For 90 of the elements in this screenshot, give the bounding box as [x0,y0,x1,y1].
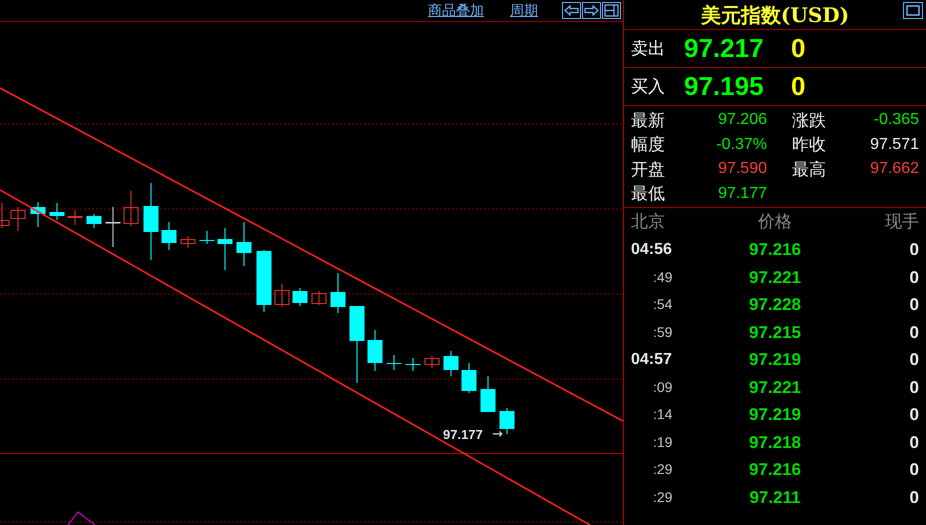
ask-label: 卖出 [631,38,666,60]
candlestick [274,284,290,308]
price-cell-text: 97.216 [748,459,802,481]
candlestick [236,222,252,266]
price-cell-text: 97.221 [748,266,802,288]
candlestick [124,190,138,226]
candlestick [200,230,214,244]
time-cell-text: :49 [652,268,674,287]
candlestick [180,236,196,248]
candlestick [162,222,176,250]
column-header: 现手 [884,211,919,234]
stat-value: -0.365 [874,110,919,130]
price-cell-text: 97.219 [748,349,802,371]
volume-cell-text: 0 [908,239,919,261]
candlestick [50,202,64,220]
stat-label: 开盘 [631,158,665,180]
stat-label: 最新 [631,110,665,132]
arrow-glyph: → [492,427,503,442]
left-arrow-icon [564,5,579,16]
candlestick [30,202,46,228]
time-cell-text: 04:56 [631,240,673,260]
time-cell-text: :29 [652,488,674,507]
price-cell-text: 97.218 [748,432,802,454]
candlestick [444,350,458,376]
candlestick [292,288,308,306]
candlestick [312,290,326,306]
stat-value: 97.177 [718,184,767,204]
stat-label: 最高 [792,158,826,180]
volume-cell-text: 0 [908,376,919,398]
price-cell-text: 97.216 [748,239,802,261]
maximize-button[interactable] [903,2,923,19]
volume-cell-text: 0 [908,322,919,344]
candlestick [218,228,232,270]
volume-value: 0 [791,70,806,103]
price-cell-text: 97.219 [748,404,802,426]
volume-cell-text: 0 [908,459,919,481]
price-cell-text: 97.221 [748,376,802,398]
toolbar-link[interactable]: 商品叠加 [428,0,484,21]
stat-label: 幅度 [631,134,665,156]
candlestick [386,354,402,370]
last-price-label: 97.177 [443,427,483,442]
stat-value: -0.37% [716,134,767,155]
toolbar-link[interactable]: 周期 [510,0,538,21]
candlestick [330,272,346,314]
stat-value: 97.571 [870,134,919,155]
candlestick [68,210,82,226]
layout-button[interactable] [602,2,621,19]
volume-cell-text: 0 [908,294,919,316]
candlestick [368,330,382,372]
volume-value: 0 [791,32,806,65]
price-cell-text: 97.211 [748,486,802,508]
candlestick [480,376,496,412]
candlestick [424,356,440,368]
indicator-line [68,511,96,525]
time-cell-text: :14 [652,405,674,424]
ask-price: 97.217 [684,32,765,65]
candlestick [86,214,102,228]
right-arrow-icon [584,5,599,16]
time-cell-text: :09 [652,378,674,397]
bid-label: 买入 [631,76,666,98]
candlestick [406,358,420,372]
time-cell-text: :54 [652,295,674,314]
price-cell-text: 97.228 [748,294,802,316]
stat-label: 昨收 [792,134,826,156]
stat-value: 97.662 [870,159,919,180]
right-arrow-button[interactable] [582,2,601,19]
stat-label: 涨跌 [792,110,826,132]
candlestick [256,250,272,312]
stat-value: 97.206 [718,110,767,130]
column-header: 价格 [757,211,793,234]
bid-price: 97.195 [684,70,765,103]
price-cell-text: 97.215 [748,322,802,344]
time-cell-text: :29 [652,460,674,480]
time-cell-text: 04:57 [631,350,673,370]
time-cell-text: :59 [652,322,674,342]
split-panel-icon [604,4,619,17]
volume-cell-text: 0 [908,486,919,508]
candlestick [462,362,476,394]
stat-label: 最低 [631,183,665,205]
volume-cell-text: 0 [908,432,919,454]
volume-cell-text: 0 [908,266,919,288]
left-arrow-button[interactable] [562,2,581,19]
column-header: 北京 [631,211,666,234]
candlestick [106,206,120,248]
stat-value: 97.590 [718,159,767,180]
instrument-title: 美元指数(USD) [700,2,850,28]
volume-cell-text: 0 [908,349,919,371]
volume-cell-text: 0 [908,404,919,426]
maximize-icon [906,5,920,16]
time-cell-text: :19 [652,432,674,452]
